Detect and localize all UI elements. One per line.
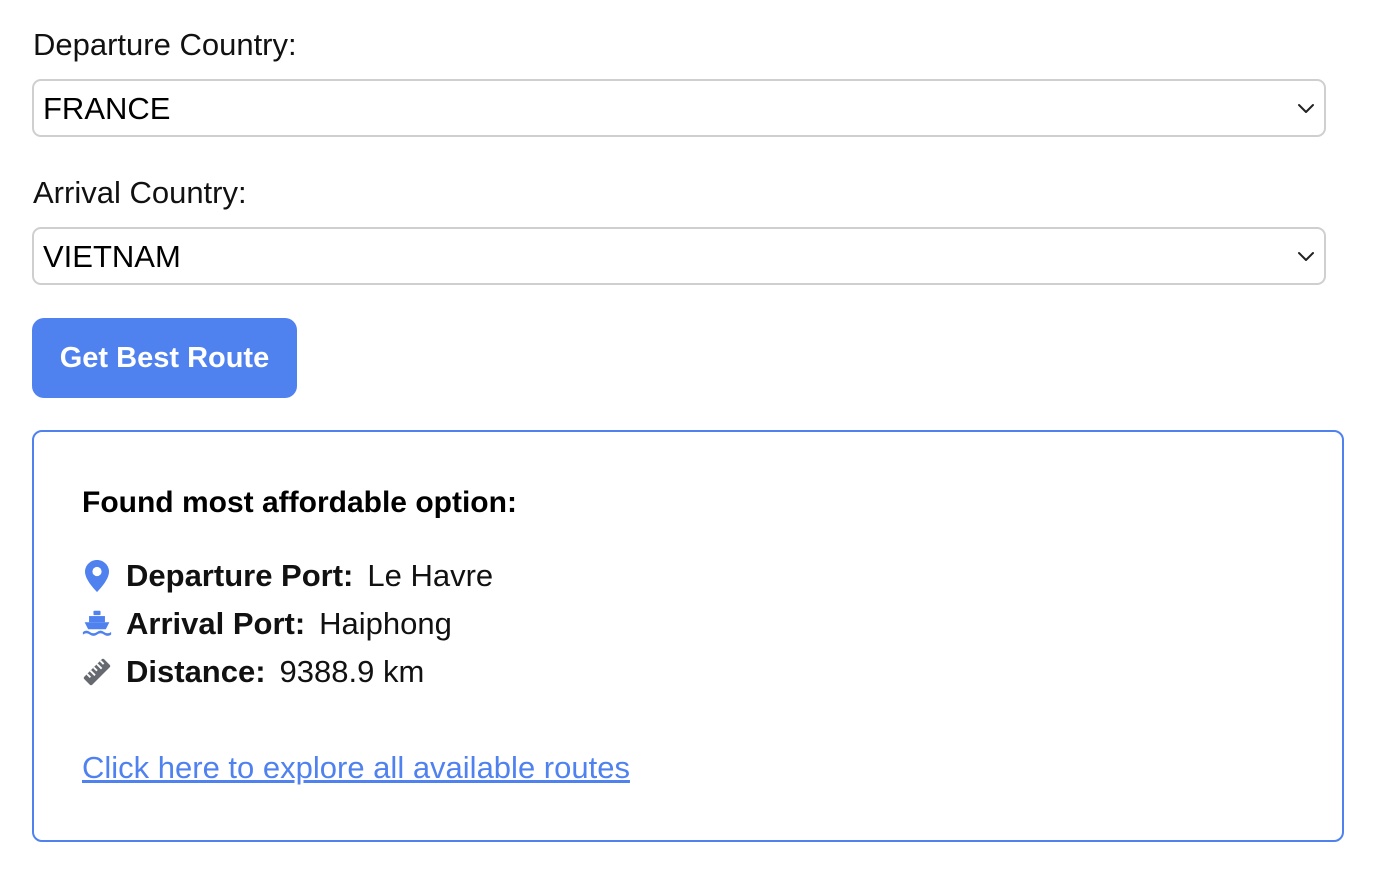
arrival-country-select[interactable]: VIETNAM: [32, 227, 1326, 285]
ruler-icon: [82, 654, 112, 690]
chevron-down-icon: [1298, 252, 1314, 261]
get-best-route-button[interactable]: Get Best Route: [32, 318, 297, 398]
arrival-country-label: Arrival Country:: [33, 175, 247, 210]
arrival-port-key: Arrival Port:: [126, 606, 306, 641]
distance-value: 9388.9 km: [279, 654, 425, 689]
departure-country-value: FRANCE: [43, 91, 171, 126]
arrival-port-value: Haiphong: [319, 606, 452, 641]
explore-routes-link[interactable]: Click here to explore all available rout…: [82, 748, 630, 788]
departure-port-key: Departure Port:: [126, 558, 354, 593]
arrival-country-value: VIETNAM: [43, 239, 181, 274]
departure-country-label: Departure Country:: [33, 27, 297, 62]
ship-icon: [82, 606, 112, 642]
departure-port-row: Departure Port: Le Havre: [82, 556, 493, 596]
chevron-down-icon: [1298, 104, 1314, 113]
result-card: Found most affordable option: Departure …: [32, 430, 1344, 842]
departure-port-value: Le Havre: [367, 558, 494, 593]
arrival-port-row: Arrival Port: Haiphong: [82, 604, 452, 644]
map-pin-icon: [82, 558, 112, 594]
result-title: Found most affordable option:: [82, 486, 517, 519]
departure-country-select[interactable]: FRANCE: [32, 79, 1326, 137]
distance-key: Distance:: [126, 654, 266, 689]
distance-row: Distance: 9388.9 km: [82, 652, 424, 692]
route-finder-page: Departure Country: FRANCE Arrival Countr…: [0, 0, 1376, 878]
